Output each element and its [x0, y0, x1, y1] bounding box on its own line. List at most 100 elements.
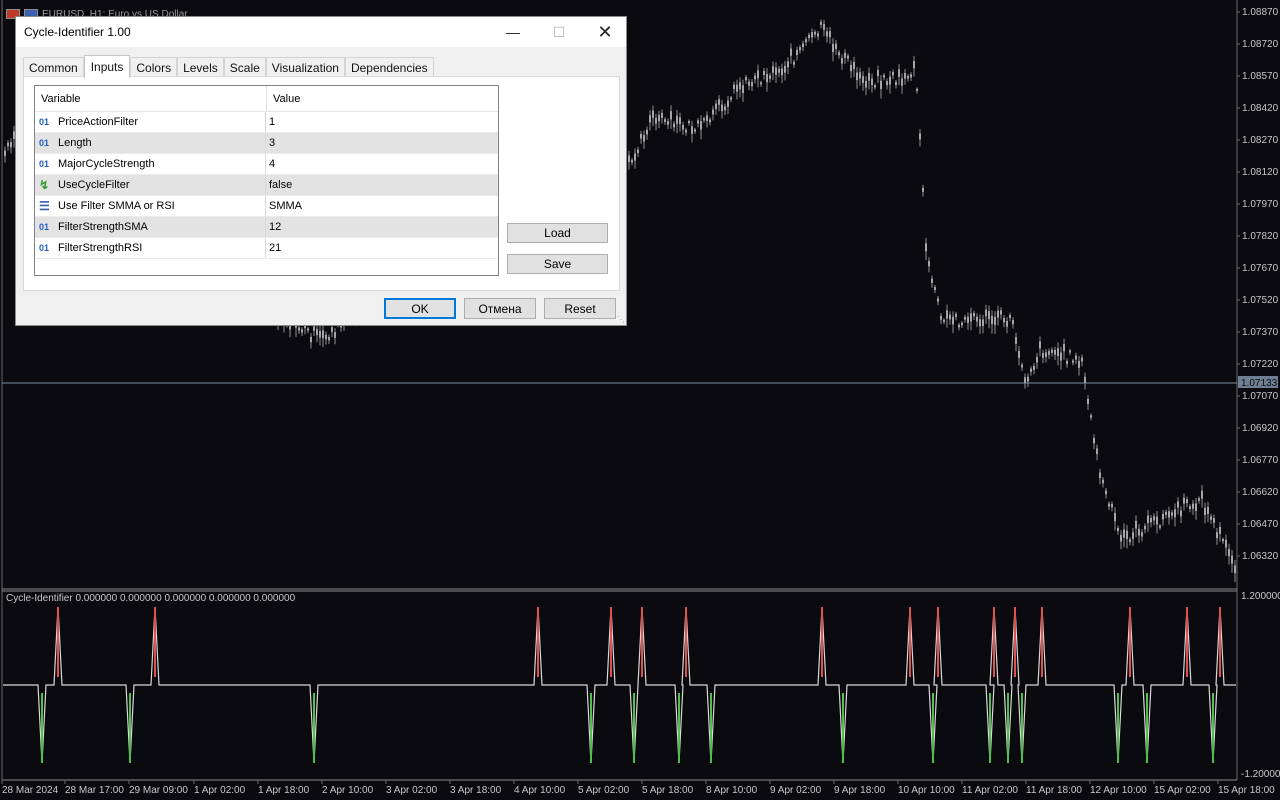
candle-body — [1174, 509, 1176, 518]
variable-name: FilterStrengthRSI — [58, 242, 143, 254]
candle-body — [769, 75, 771, 79]
variable-value[interactable]: 3 — [266, 133, 275, 153]
tab-levels[interactable]: Levels — [177, 57, 224, 78]
candle-body — [1120, 534, 1122, 542]
price-label: 1.07220 — [1242, 359, 1279, 370]
load-button[interactable]: Load — [507, 223, 608, 243]
candle-body — [946, 310, 948, 319]
candle-body — [796, 50, 798, 55]
inputs-panel: Variable Value 01 PriceActionFilter 1 01 L… — [23, 76, 620, 291]
time-label: 9 Apr 18:00 — [834, 785, 886, 796]
price-label: 1.08270 — [1242, 135, 1279, 146]
candle-body — [670, 111, 672, 120]
candle-body — [934, 287, 936, 290]
candle-body — [1048, 351, 1050, 355]
candle-body — [1225, 539, 1227, 548]
candle-body — [742, 85, 744, 94]
candle-body — [1186, 499, 1188, 503]
minimize-icon[interactable]: — — [490, 17, 536, 47]
candle-body — [331, 327, 333, 332]
candle-body — [763, 70, 765, 75]
candle-body — [712, 109, 714, 115]
close-icon[interactable]: ✕ — [582, 17, 628, 47]
price-axis: 1.08870 1.08720 1.08570 1.08420 1.08270 1.081… — [1237, 7, 1279, 562]
maximize-icon[interactable]: ☐ — [536, 17, 582, 47]
candle-body — [748, 81, 750, 86]
candle-body — [1033, 365, 1035, 370]
tab-inputs[interactable]: Inputs — [83, 55, 131, 78]
candle-body — [739, 82, 741, 90]
table-row[interactable]: 01 PriceActionFilter 1 — [35, 112, 498, 133]
candle-body — [667, 121, 669, 125]
candle-body — [628, 155, 630, 163]
tab-colors[interactable]: Colors — [130, 57, 178, 78]
candle-body — [832, 43, 834, 53]
candle-body — [898, 69, 900, 77]
reset-button[interactable]: Reset — [544, 298, 616, 319]
table-row[interactable]: 01 FilterStrengthSMA 12 — [35, 217, 498, 238]
candle-body — [781, 68, 783, 76]
candle-body — [793, 61, 795, 65]
candle-body — [1105, 490, 1107, 495]
candle-body — [325, 334, 327, 340]
candle-body — [838, 52, 840, 56]
candle-body — [1012, 320, 1014, 325]
candle-body — [877, 69, 879, 77]
tab-visualization[interactable]: Visualization — [265, 57, 345, 78]
candle-body — [718, 99, 720, 105]
table-row[interactable]: 01 MajorCycleStrength 4 — [35, 154, 498, 175]
column-value[interactable]: Value — [267, 86, 300, 111]
variable-value[interactable]: 1 — [266, 112, 275, 132]
candle-body — [1078, 360, 1080, 368]
variable-value[interactable]: false — [266, 175, 292, 195]
candle-body — [1045, 352, 1047, 358]
candle-body — [685, 129, 687, 133]
candle-body — [922, 187, 924, 192]
price-label: 1.06320 — [1242, 551, 1279, 562]
candle-body — [856, 72, 858, 81]
tab-strip: Common Inputs Colors Levels Scale Visual… — [23, 55, 434, 78]
candle-body — [301, 329, 303, 333]
table-header: Variable Value — [35, 86, 498, 112]
variable-value[interactable]: 21 — [266, 238, 281, 258]
table-row[interactable]: 01 FilterStrengthRSI 21 — [35, 238, 498, 259]
candle-body — [1117, 527, 1119, 532]
candle-body — [643, 135, 645, 142]
table-row[interactable]: 01 Length 3 — [35, 133, 498, 154]
tab-dependencies[interactable]: Dependencies — [344, 57, 434, 78]
candle-body — [709, 119, 711, 123]
variable-value[interactable]: 4 — [266, 154, 275, 174]
candle-body — [967, 316, 969, 323]
price-label: 1.07370 — [1242, 327, 1279, 338]
candle-body — [1129, 539, 1131, 543]
candle-body — [1027, 376, 1029, 382]
candle-body — [907, 75, 909, 79]
candle-body — [790, 48, 792, 56]
candle-body — [817, 33, 819, 37]
candle-body — [658, 115, 660, 122]
candle-body — [895, 82, 897, 86]
table-row[interactable]: ☰ Use Filter SMMA or RSI SMMA — [35, 196, 498, 217]
integer-icon: 01 — [39, 138, 50, 148]
candle-body — [652, 110, 654, 118]
table-row[interactable]: ↯ UseCycleFilter false — [35, 175, 498, 196]
time-label: 12 Apr 10:00 — [1090, 785, 1147, 796]
candle-body — [1054, 349, 1056, 355]
cancel-button[interactable]: Отмена — [464, 298, 536, 319]
title-bar[interactable]: Cycle-Identifier 1.00 — ☐ ✕ — [16, 17, 626, 47]
candle-body — [1039, 341, 1041, 349]
variable-value[interactable]: SMMA — [266, 196, 302, 216]
save-button[interactable]: Save — [507, 254, 608, 274]
tab-common[interactable]: Common — [23, 57, 84, 78]
candle-body — [1090, 415, 1092, 418]
variable-value[interactable]: 12 — [266, 217, 281, 237]
candle-body — [1219, 527, 1221, 534]
candle-body — [1210, 516, 1212, 520]
candle-body — [1195, 503, 1197, 512]
tab-scale[interactable]: Scale — [223, 57, 266, 78]
candle-body — [841, 58, 843, 64]
column-variable[interactable]: Variable — [35, 86, 267, 111]
ok-button[interactable]: OK — [384, 298, 456, 319]
candle-body — [1057, 348, 1059, 357]
resize-grip-icon[interactable]: ⋱ — [617, 316, 625, 324]
